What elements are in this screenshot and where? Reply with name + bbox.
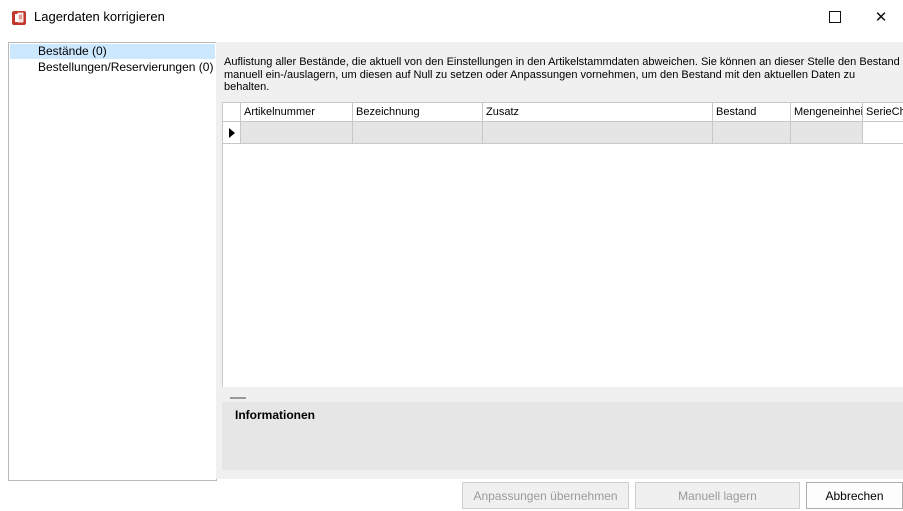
column-header-bezeichnung[interactable]: Bezeichnung <box>353 103 483 121</box>
title-bar: Lagerdaten korrigieren ✕ <box>0 0 903 34</box>
maximize-icon <box>829 11 841 23</box>
sidebar-item-bestaende[interactable]: Bestände (0) <box>10 44 215 59</box>
stock-grid[interactable]: Artikelnummer Bezeichnung Zusatz Bestand… <box>222 102 903 388</box>
main-content: Auflistung aller Bestände, die aktuell v… <box>216 42 903 479</box>
cancel-button[interactable]: Abbrechen <box>806 482 903 509</box>
splitter-handle-icon <box>230 397 246 399</box>
column-header-mengeneinheit[interactable]: Mengeneinheit <box>791 103 863 121</box>
manual-store-button[interactable]: Manuell lagern <box>635 482 800 509</box>
column-header-zusatz[interactable]: Zusatz <box>483 103 713 121</box>
column-header-bestand[interactable]: Bestand <box>713 103 791 121</box>
information-panel: Informationen <box>222 402 903 470</box>
cell-seriech[interactable] <box>863 122 903 143</box>
panel-splitter[interactable] <box>222 387 903 401</box>
close-icon: ✕ <box>874 9 888 26</box>
cell-bestand[interactable] <box>713 122 791 143</box>
row-indicator <box>223 122 241 143</box>
apply-adjustments-button[interactable]: Anpassungen übernehmen <box>462 482 629 509</box>
column-header-artikelnummer[interactable]: Artikelnummer <box>241 103 353 121</box>
maximize-button[interactable] <box>812 0 858 34</box>
table-row[interactable] <box>223 122 903 144</box>
window-title: Lagerdaten korrigieren <box>34 9 165 24</box>
cell-bezeichnung[interactable] <box>353 122 483 143</box>
grid-header: Artikelnummer Bezeichnung Zusatz Bestand… <box>223 103 903 122</box>
description-text: Auflistung aller Bestände, die aktuell v… <box>224 56 900 93</box>
row-pointer-icon <box>229 128 235 138</box>
document-stack-icon <box>12 11 26 25</box>
cell-artikelnummer[interactable] <box>241 122 353 143</box>
row-header-corner <box>223 103 241 121</box>
column-header-seriech[interactable]: SerieCh <box>863 103 903 121</box>
cell-zusatz[interactable] <box>483 122 713 143</box>
sidebar-item-bestellungen[interactable]: Bestellungen/Reservierungen (0) <box>10 60 215 75</box>
close-button[interactable]: ✕ <box>858 0 903 34</box>
information-title: Informationen <box>235 408 315 422</box>
cell-mengeneinheit[interactable] <box>791 122 863 143</box>
navigation-list: Bestände (0) Bestellungen/Reservierungen… <box>8 42 217 481</box>
